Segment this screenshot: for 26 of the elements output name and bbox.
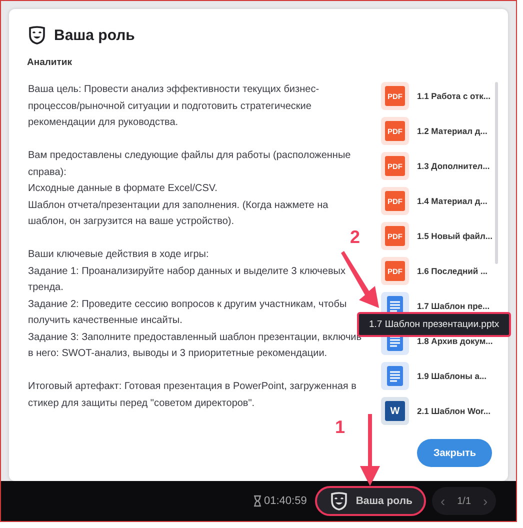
tooltip: 1.7 Шаблон презентации.pptx (357, 312, 512, 337)
annotation-number: 1 (335, 417, 346, 438)
timer-text: 01:40:59 (264, 495, 307, 507)
page-indicator: 1/1 (457, 496, 472, 506)
role-name: Аналитик (27, 57, 74, 68)
scrollbar[interactable] (495, 82, 498, 264)
description-text: Исходные данные в формате Excel/CSV. (28, 182, 218, 196)
description-text: Задание 1: Проанализируйте набор данных и выделите 3 ключевых тренда. (28, 264, 346, 295)
description-text: Вам предоставлены следующие файлы для работы (расположенные справа): (28, 149, 352, 180)
file-item[interactable]: W 2.1 Шаблон Wor... (381, 397, 494, 425)
description-text: Задание 2: Проведите сессию вопросов к другим участникам, чтобы получить качественные инсайты. (28, 298, 348, 328)
word-icon: W (385, 401, 405, 421)
dialog-title: Ваша роль (54, 26, 135, 44)
description-text: Ваша цель: Провести анализ эффективности текущих бизнес-процессов/рыночной ситуации и подготовить стратегические рекомендации для руководства. (28, 83, 320, 130)
role-button[interactable]: Ваша роль (314, 486, 426, 516)
description-text: Шаблон отчета/презентации для заполнения. (Когда нажмете на шаблон, он загрузится на ваше устройство). (28, 198, 330, 229)
document-icon (387, 366, 403, 386)
annotation-arrow (359, 414, 381, 486)
description-text: Итоговый артефакт: Готовая презентация в PowerPoint, загруженная в стикер для защиты перед "советом директоров". (28, 380, 358, 410)
hourglass-icon (253, 495, 262, 507)
mask-icon (27, 25, 47, 45)
close-button[interactable]: Закрыть (417, 439, 492, 467)
mask-icon (328, 491, 349, 511)
description-text: Ваши ключевые действия в ходе игры: (28, 248, 210, 262)
annotation-number: 2 (350, 227, 360, 248)
file-item[interactable]: 1.9 Шаблоны а... (381, 362, 494, 390)
